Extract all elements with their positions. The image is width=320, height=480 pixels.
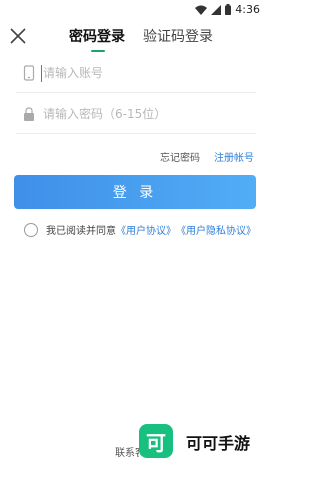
privacy-agreement-link[interactable]: 《用户隐私协议》 [176, 222, 256, 237]
login-button[interactable]: 登 录 [14, 175, 256, 209]
watermark-name: 可可手游 [186, 434, 251, 453]
signal-icon [211, 4, 222, 15]
status-icons: 4:36 [195, 3, 260, 16]
agreement-checkbox[interactable] [24, 222, 38, 237]
login-tabs: 密码登录 验证码登录 [0, 26, 270, 54]
tab-password-login[interactable]: 密码登录 [69, 26, 125, 46]
register-link[interactable]: 注册帐号 [214, 149, 254, 164]
watermark: 可 可可手游 [139, 416, 270, 466]
forgot-password-link[interactable]: 忘记密码 [160, 149, 200, 164]
watermark-logo: 可 [139, 424, 173, 458]
text-cursor [41, 65, 42, 82]
agreement-prefix: 我已阅读并同意 [46, 226, 116, 237]
lock-icon [24, 107, 34, 121]
agreement-row: 我已阅读并同意 《用户协议》 《用户隐私协议》 [24, 222, 256, 237]
phone-icon [23, 65, 35, 81]
password-field [16, 96, 256, 134]
wifi-icon [195, 5, 208, 15]
password-input[interactable] [43, 102, 243, 126]
status-bar: 4:36 [0, 0, 270, 20]
battery-icon [225, 4, 232, 15]
account-field [16, 55, 256, 93]
tab-code-login[interactable]: 验证码登录 [143, 26, 213, 46]
account-input[interactable] [43, 61, 243, 85]
account-links: 忘记密码 注册帐号 [160, 149, 254, 164]
status-time: 4:36 [235, 3, 260, 16]
active-tab-indicator [91, 50, 105, 52]
user-agreement-link[interactable]: 《用户协议》 [116, 222, 176, 237]
